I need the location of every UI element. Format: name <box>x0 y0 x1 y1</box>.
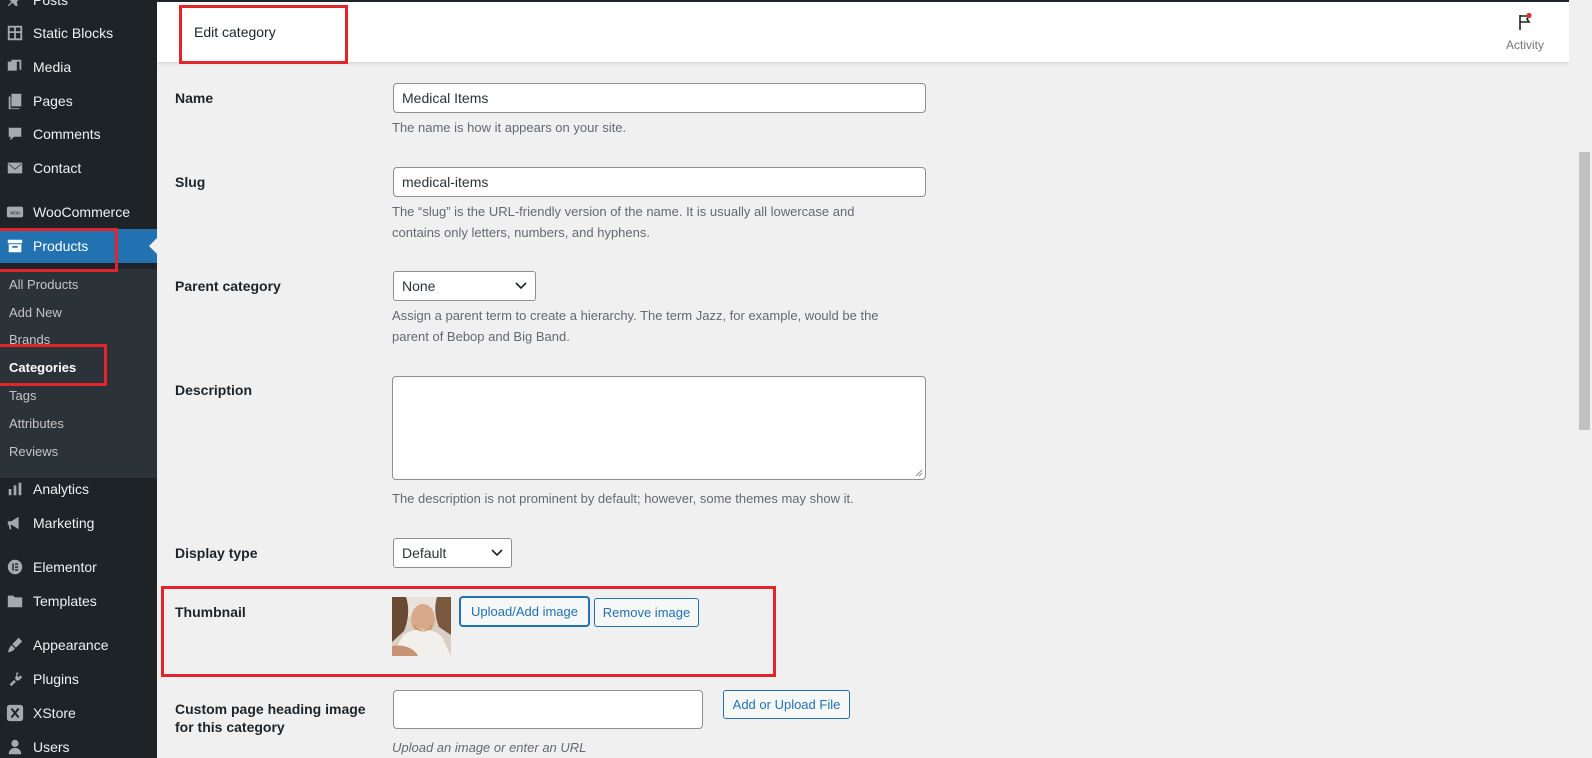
parent-category-label: Parent category <box>175 278 281 294</box>
parent-help-text-line2: parent of Bebop and Big Band. <box>392 329 570 344</box>
sidebar-item-marketing[interactable]: Marketing <box>0 506 157 540</box>
products-submenu: All Products Add New Brands Categories T… <box>0 269 157 478</box>
display-type-selected: Default <box>402 545 447 561</box>
heading-image-url-input[interactable] <box>393 690 703 729</box>
description-help-text: The description is not prominent by defa… <box>392 491 854 506</box>
comment-icon <box>5 124 25 144</box>
slug-help-text-line1: The “slug” is the URL-friendly version o… <box>392 204 855 219</box>
sidebar-item-static-blocks[interactable]: Static Blocks <box>0 16 157 50</box>
parent-help-text-line1: Assign a parent term to create a hierarc… <box>392 308 879 323</box>
xstore-icon <box>5 703 25 723</box>
sidebar-item-label: WooCommerce <box>33 204 130 220</box>
folder-icon <box>5 591 25 611</box>
name-help-text: The name is how it appears on your site. <box>392 120 627 135</box>
sidebar-item-comments[interactable]: Comments <box>0 117 157 151</box>
blocks-icon <box>5 23 25 43</box>
sidebar-item-label: Pages <box>33 93 73 109</box>
upload-add-image-button[interactable]: Upload/Add image <box>460 597 589 626</box>
sidebar-item-label: Elementor <box>33 559 97 575</box>
pages-icon <box>5 91 25 111</box>
elementor-icon <box>5 557 25 577</box>
name-input[interactable] <box>393 83 926 113</box>
display-type-label: Display type <box>175 545 258 561</box>
sidebar-item-label: Comments <box>33 126 101 142</box>
admin-sidebar: Posts Static Blocks Media Pages Comments… <box>0 0 157 758</box>
archive-icon <box>5 236 25 256</box>
sidebar-item-label: Contact <box>33 160 82 176</box>
sidebar-item-label: Analytics <box>33 481 90 497</box>
activity-button[interactable]: Activity <box>1503 12 1547 52</box>
heading-image-label-line2: for this category <box>175 719 285 735</box>
sidebar-item-templates[interactable]: Templates <box>0 584 157 618</box>
sidebar-item-label: Appearance <box>33 637 109 653</box>
page-header: Edit category Activity <box>157 0 1569 62</box>
thumbnail-label: Thumbnail <box>175 604 246 620</box>
sidebar-item-label: Static Blocks <box>33 25 114 41</box>
submenu-item-attributes[interactable]: Attributes <box>9 416 64 431</box>
slug-help-text-line2: contains only letters, numbers, and hyph… <box>392 225 650 240</box>
remove-image-button[interactable]: Remove image <box>594 598 699 627</box>
pin-icon <box>5 0 25 10</box>
submenu-item-all-products[interactable]: All Products <box>9 277 78 292</box>
svg-text:woo: woo <box>9 211 20 217</box>
sidebar-item-appearance[interactable]: Appearance <box>0 628 157 662</box>
header-top-border <box>157 0 1569 2</box>
sidebar-item-xstore[interactable]: XStore <box>0 696 157 730</box>
current-menu-pointer <box>149 238 157 254</box>
scrollbar-thumb[interactable] <box>1579 152 1590 430</box>
sidebar-item-label: Media <box>33 59 72 75</box>
chevron-down-icon <box>515 282 527 290</box>
submenu-item-brands[interactable]: Brands <box>9 332 50 347</box>
sidebar-item-products[interactable]: Products <box>0 229 157 263</box>
sidebar-item-label: Users <box>33 739 70 755</box>
sidebar-item-contact[interactable]: Contact <box>0 151 157 185</box>
parent-category-selected: None <box>402 278 436 294</box>
brush-icon <box>5 635 25 655</box>
megaphone-icon <box>5 513 25 533</box>
description-textarea[interactable] <box>392 376 926 480</box>
chart-icon <box>5 479 25 499</box>
sidebar-item-label: Plugins <box>33 671 79 687</box>
submenu-item-add-new[interactable]: Add New <box>9 305 62 320</box>
slug-label: Slug <box>175 174 206 190</box>
chevron-down-icon <box>491 549 503 557</box>
activity-label: Activity <box>1505 38 1544 52</box>
plug-icon <box>5 669 25 689</box>
sidebar-item-label: Marketing <box>33 515 95 531</box>
mail-icon <box>5 158 25 178</box>
description-label: Description <box>175 382 253 398</box>
sidebar-item-plugins[interactable]: Plugins <box>0 662 157 696</box>
resize-grip-icon[interactable] <box>915 469 923 477</box>
media-icon <box>5 57 25 77</box>
sidebar-item-label: Templates <box>33 593 97 609</box>
woo-icon: woo <box>5 202 25 222</box>
heading-image-help-text: Upload an image or enter an URL <box>392 740 587 755</box>
sidebar-item-label: XStore <box>33 705 76 721</box>
heading-image-label-line1: Custom page heading image <box>175 701 366 717</box>
display-type-select[interactable]: Default <box>393 538 512 568</box>
sidebar-item-woocommerce[interactable]: woo WooCommerce <box>0 195 157 229</box>
page-title: Edit category <box>194 24 276 40</box>
sidebar-item-analytics[interactable]: Analytics <box>0 472 157 506</box>
sidebar-item-posts[interactable]: Posts <box>0 0 157 17</box>
flag-icon <box>1519 12 1532 30</box>
page-scrollbar[interactable] <box>1569 0 1592 758</box>
sidebar-item-users[interactable]: Users <box>0 730 157 758</box>
user-icon <box>5 737 25 757</box>
sidebar-item-elementor[interactable]: Elementor <box>0 550 157 584</box>
name-label: Name <box>175 90 214 106</box>
sidebar-item-media[interactable]: Media <box>0 50 157 84</box>
sidebar-item-label: Products <box>33 238 89 254</box>
submenu-item-reviews[interactable]: Reviews <box>9 444 58 459</box>
add-or-upload-file-button[interactable]: Add or Upload File <box>723 690 850 719</box>
sidebar-item-pages[interactable]: Pages <box>0 84 157 118</box>
parent-category-select[interactable]: None <box>393 271 536 301</box>
submenu-item-tags[interactable]: Tags <box>9 388 36 403</box>
slug-input[interactable] <box>393 167 926 197</box>
thumbnail-preview-image <box>392 597 451 656</box>
sidebar-item-label: Posts <box>33 0 69 8</box>
submenu-item-categories[interactable]: Categories <box>9 360 76 375</box>
